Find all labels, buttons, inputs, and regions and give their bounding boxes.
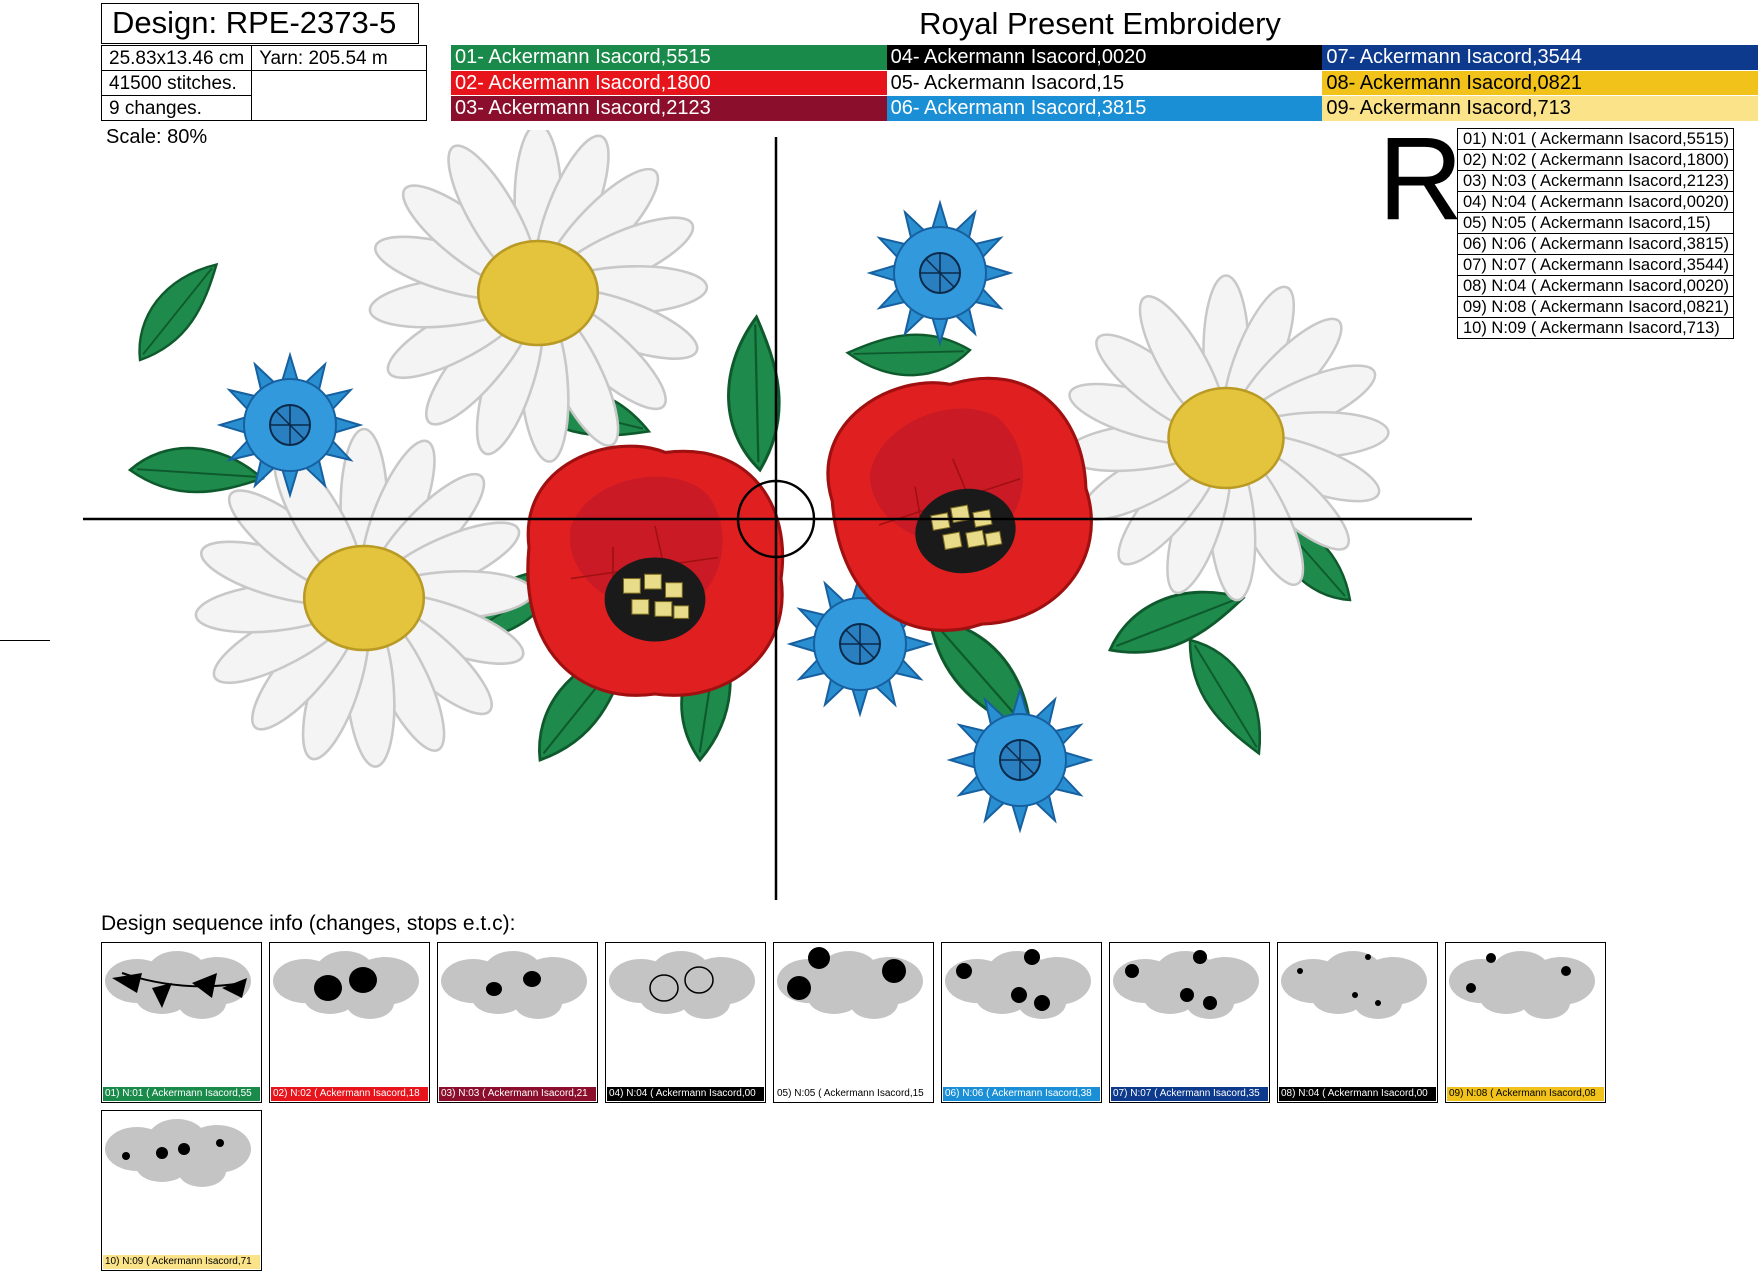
company-name: Royal Present Embroidery [919, 6, 1281, 41]
thumbnail-label: 02) N:02 ( Ackermann Isacord,18 [271, 1087, 428, 1101]
design-size: 25.83x13.46 cm [100, 45, 253, 71]
sequence-thumbnail-1: 01) N:01 ( Ackermann Isacord,55 [101, 942, 262, 1103]
thread-color-3: 03- Ackermann Isacord,2123 [451, 96, 887, 122]
thumbnail-label: 07) N:07 ( Ackermann Isacord,35 [1111, 1087, 1268, 1101]
thumbnail-label: 08) N:04 ( Ackermann Isacord,00 [1279, 1087, 1436, 1101]
thumbnail-label: 06) N:06 ( Ackermann Isacord,38 [943, 1087, 1100, 1101]
thread-color-8: 08- Ackermann Isacord,0821 [1322, 70, 1758, 97]
thumbnail-label: 10) N:09 ( Ackermann Isacord,71 [103, 1255, 260, 1269]
thumbnail-preview [105, 951, 251, 1019]
specs-empty-cell [251, 70, 428, 121]
stitch-count: 41500 stitches. [100, 70, 253, 96]
flowers [192, 130, 1391, 831]
sequence-thumbnail-7: 07) N:07 ( Ackermann Isacord,35 [1109, 942, 1270, 1103]
thread-color-chart: 01- Ackermann Isacord,5515 02- Ackermann … [451, 45, 1758, 122]
thumbnail-preview [945, 949, 1091, 1019]
design-title: Design: RPE-2373-5 [101, 3, 419, 44]
thumbnail-preview [273, 951, 419, 1019]
thumbnail-label: 03) N:03 ( Ackermann Isacord,21 [439, 1087, 596, 1101]
thread-color-4: 04- Ackermann Isacord,0020 [886, 45, 1323, 71]
sequence-title: Design sequence info (changes, stops e.t… [101, 912, 516, 935]
thread-color-7: 07- Ackermann Isacord,3544 [1322, 45, 1758, 71]
thread-color-1: 01- Ackermann Isacord,5515 [451, 45, 887, 71]
color-change-count: 9 changes. [100, 95, 253, 121]
design-specs-table: 25.83x13.46 cm Yarn: 205.54 m 41500 stit… [100, 45, 428, 121]
thumbnail-preview [609, 951, 755, 1019]
sequence-thumbnail-6: 06) N:06 ( Ackermann Isacord,38 [941, 942, 1102, 1103]
thumbnail-preview [777, 947, 923, 1019]
embroidery-preview [83, 130, 1472, 900]
sequence-thumbnail-4: 04) N:04 ( Ackermann Isacord,00 [605, 942, 766, 1103]
thumbnail-label: 05) N:05 ( Ackermann Isacord,15 [775, 1087, 932, 1101]
thread-color-5: 05- Ackermann Isacord,15 [886, 70, 1323, 97]
sequence-thumbnail-9: 09) N:08 ( Ackermann Isacord,08 [1445, 942, 1606, 1103]
thumbnail-preview [441, 951, 587, 1019]
thumbnail-label: 04) N:04 ( Ackermann Isacord,00 [607, 1087, 764, 1101]
thumbnail-label: 01) N:01 ( Ackermann Isacord,55 [103, 1087, 260, 1101]
sequence-thumbnail-10: 10) N:09 ( Ackermann Isacord,71 [101, 1110, 262, 1271]
thread-color-2: 02- Ackermann Isacord,1800 [451, 70, 887, 97]
thread-color-6: 06- Ackermann Isacord,3815 [886, 96, 1323, 122]
sequence-thumbnail-2: 02) N:02 ( Ackermann Isacord,18 [269, 942, 430, 1103]
thumbnail-preview [1113, 950, 1259, 1019]
yarn-length: Yarn: 205.54 m [251, 45, 428, 71]
center-crosshair [83, 137, 1472, 900]
thumbnail-preview [105, 1119, 251, 1187]
sequence-thumbnail-8: 08) N:04 ( Ackermann Isacord,00 [1277, 942, 1438, 1103]
thumbnail-preview [1449, 951, 1595, 1019]
thumbnail-label: 09) N:08 ( Ackermann Isacord,08 [1447, 1087, 1604, 1101]
sequence-thumbnail-3: 03) N:03 ( Ackermann Isacord,21 [437, 942, 598, 1103]
thumbnail-preview [1281, 951, 1427, 1019]
sequence-thumbnail-5: 05) N:05 ( Ackermann Isacord,15 [773, 942, 934, 1103]
